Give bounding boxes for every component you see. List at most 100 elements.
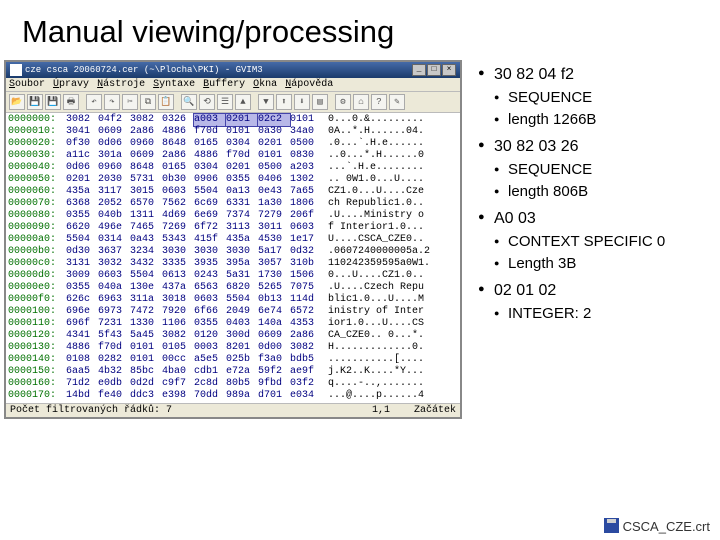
- hex-row[interactable]: 0000170:14bd fe40 ddc3 e398 70dd 989a d7…: [8, 390, 458, 402]
- hex-word[interactable]: 0243: [194, 270, 226, 282]
- hex-word[interactable]: 1506: [290, 270, 322, 282]
- hex-word[interactable]: 140a: [258, 318, 290, 330]
- hex-word[interactable]: 6620: [66, 222, 98, 234]
- hex-word[interactable]: 395a: [226, 258, 258, 270]
- hex-word[interactable]: 626c: [66, 294, 98, 306]
- hex-word[interactable]: 040a: [98, 282, 130, 294]
- hex-word[interactable]: c9f7: [162, 378, 194, 390]
- hex-word[interactable]: 3041: [66, 126, 98, 138]
- hex-word[interactable]: 3935: [194, 258, 226, 270]
- hex-word[interactable]: 0609: [130, 150, 162, 162]
- hex-word[interactable]: f70d: [194, 126, 226, 138]
- hex-word[interactable]: 0108: [66, 354, 98, 366]
- hex-word[interactable]: 5504: [130, 270, 162, 282]
- hex-word[interactable]: 0603: [162, 186, 194, 198]
- hex-word[interactable]: 301a: [98, 150, 130, 162]
- menu-item[interactable]: Nástroje: [97, 79, 145, 90]
- hex-word[interactable]: 0d00: [258, 342, 290, 354]
- hex-word[interactable]: 7231: [98, 318, 130, 330]
- hex-row[interactable]: 0000060:435a 3117 3015 0603 5504 0a13 0e…: [8, 186, 458, 198]
- hex-row[interactable]: 00000c0:3131 3032 3432 3335 3935 395a 30…: [8, 258, 458, 270]
- hex-word[interactable]: 1106: [162, 318, 194, 330]
- hex-word[interactable]: 4886: [194, 150, 226, 162]
- hex-word[interactable]: 0603: [194, 294, 226, 306]
- window-titlebar[interactable]: cze csca 20060724.cer (~\Plocha\PKI) - G…: [6, 62, 460, 78]
- hex-word[interactable]: 6e74: [258, 306, 290, 318]
- hex-word[interactable]: 310b: [290, 258, 322, 270]
- hex-word[interactable]: 3637: [98, 246, 130, 258]
- hex-word[interactable]: 6572: [290, 306, 322, 318]
- hex-word[interactable]: 85bc: [130, 366, 162, 378]
- hex-word[interactable]: 0120: [194, 330, 226, 342]
- hex-word[interactable]: 3082: [162, 330, 194, 342]
- hex-word[interactable]: 696e: [66, 306, 98, 318]
- hex-word[interactable]: 8201: [226, 342, 258, 354]
- hex-word[interactable]: 437a: [162, 282, 194, 294]
- hex-word[interactable]: f70d: [226, 150, 258, 162]
- hex-word[interactable]: 4b32: [98, 366, 130, 378]
- hex-word[interactable]: 6820: [226, 282, 258, 294]
- hex-row[interactable]: 00000d0:3009 0603 5504 0613 0243 5a31 17…: [8, 270, 458, 282]
- undo-icon[interactable]: ↶: [86, 94, 102, 110]
- cut-icon[interactable]: ✂: [122, 94, 138, 110]
- hex-word[interactable]: 03f2: [290, 378, 322, 390]
- hex-word[interactable]: 0201: [226, 162, 258, 174]
- hex-word[interactable]: 0101: [226, 126, 258, 138]
- hex-word[interactable]: 0406: [258, 174, 290, 186]
- hex-word[interactable]: 0d30: [66, 246, 98, 258]
- hex-word[interactable]: 130e: [130, 282, 162, 294]
- hex-row[interactable]: 0000000:3082 04f2 3082 0326 a003 0201 02…: [8, 114, 458, 126]
- up-icon[interactable]: ▲: [235, 94, 251, 110]
- copy-icon[interactable]: ⧉: [140, 94, 156, 110]
- hex-word[interactable]: 3131: [66, 258, 98, 270]
- hex-word[interactable]: 0101: [290, 114, 322, 126]
- hex-word[interactable]: 0609: [258, 330, 290, 342]
- hex-word[interactable]: 4530: [258, 234, 290, 246]
- hex-word[interactable]: 206f: [290, 210, 322, 222]
- down-icon[interactable]: ▼: [258, 94, 274, 110]
- hex-word[interactable]: fe40: [98, 390, 130, 402]
- hex-word[interactable]: 0314: [98, 234, 130, 246]
- hex-word[interactable]: 0a43: [130, 234, 162, 246]
- hex-word[interactable]: 040b: [98, 210, 130, 222]
- hex-word[interactable]: 0355: [66, 282, 98, 294]
- hex-word[interactable]: 0500: [290, 138, 322, 150]
- hex-word[interactable]: 0b13: [258, 294, 290, 306]
- hex-word[interactable]: 7465: [130, 222, 162, 234]
- hex-word[interactable]: 1330: [130, 318, 162, 330]
- hex-word[interactable]: 8648: [162, 138, 194, 150]
- make-icon[interactable]: ⚙: [335, 94, 351, 110]
- hex-word[interactable]: 1302: [290, 174, 322, 186]
- hex-word[interactable]: 1311: [130, 210, 162, 222]
- hex-word[interactable]: 3234: [130, 246, 162, 258]
- hex-word[interactable]: 3032: [98, 258, 130, 270]
- search-icon[interactable]: 🔍: [181, 94, 197, 110]
- hex-row[interactable]: 0000050:0201 2030 5731 0b30 0906 0355 04…: [8, 174, 458, 186]
- hex-word[interactable]: f3a0: [258, 354, 290, 366]
- hex-word[interactable]: 3057: [258, 258, 290, 270]
- hex-word[interactable]: 6570: [130, 198, 162, 210]
- hex-word[interactable]: 300d: [226, 330, 258, 342]
- find-icon[interactable]: ✎: [389, 94, 405, 110]
- hex-word[interactable]: 8648: [130, 162, 162, 174]
- hex-word[interactable]: 0101: [258, 150, 290, 162]
- hex-word[interactable]: 59f2: [258, 366, 290, 378]
- hex-word[interactable]: 2052: [98, 198, 130, 210]
- menu-item[interactable]: Úpravy: [53, 79, 89, 90]
- hex-word[interactable]: cdb1: [194, 366, 226, 378]
- menu-item[interactable]: Syntaxe: [153, 79, 195, 90]
- hex-word[interactable]: 0906: [194, 174, 226, 186]
- hex-row[interactable]: 0000010:3041 0609 2a86 4886 f70d 0101 0a…: [8, 126, 458, 138]
- hex-word[interactable]: a003: [194, 114, 226, 126]
- hex-word[interactable]: 4341: [66, 330, 98, 342]
- hex-word[interactable]: 0d06: [66, 162, 98, 174]
- hex-word[interactable]: 1e17: [290, 234, 322, 246]
- hex-word[interactable]: 0355: [194, 318, 226, 330]
- hex-word[interactable]: e034: [290, 390, 322, 402]
- hex-word[interactable]: 989a: [226, 390, 258, 402]
- hex-word[interactable]: 0201: [66, 174, 98, 186]
- hex-word[interactable]: 6f72: [194, 222, 226, 234]
- hex-row[interactable]: 0000090:6620 496e 7465 7269 6f72 3113 30…: [8, 222, 458, 234]
- hex-word[interactable]: 6563: [194, 282, 226, 294]
- hex-word[interactable]: 4d69: [162, 210, 194, 222]
